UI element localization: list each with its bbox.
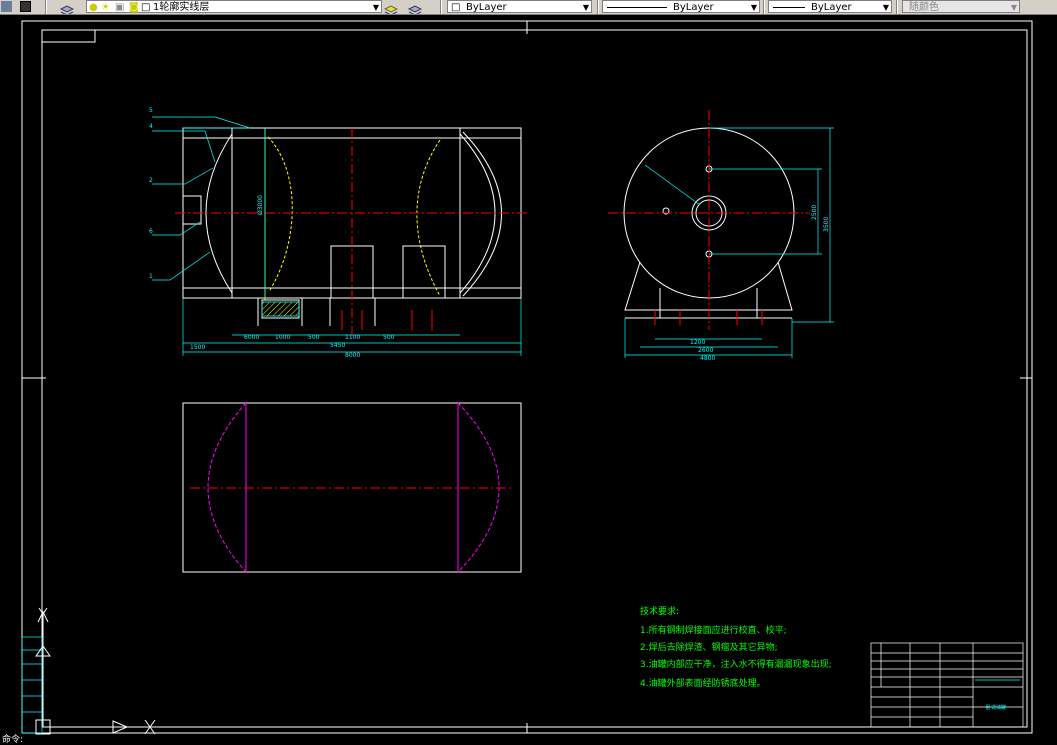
tech-note-4: 4.油罐外部表面经防锈底处理。 bbox=[640, 677, 766, 689]
layer-previous-icon[interactable] bbox=[20, 1, 31, 12]
drawing-border bbox=[21, 20, 1033, 734]
dim-side-3: 4800 bbox=[700, 355, 715, 362]
callout-1: 1 bbox=[149, 273, 153, 280]
dim-front-total: 8000 bbox=[345, 352, 360, 359]
dim-front-6: 500 bbox=[383, 334, 395, 341]
lock-icon: ▣ bbox=[115, 2, 125, 13]
chevron-down-icon: ▼ bbox=[1010, 3, 1017, 12]
color-swatch: □ bbox=[451, 2, 461, 13]
sun-icon: ☀ bbox=[101, 2, 110, 13]
dim-front-1: 1500 bbox=[190, 344, 205, 351]
tech-note-2: 2.焊后去除焊渣、钢瘤及其它异物; bbox=[640, 641, 778, 653]
layer-dropdown[interactable]: ● ☀ ▣ ◙ □ 1轮廓实线层 ▼ bbox=[86, 0, 382, 13]
title-block-name: 卧式油罐 bbox=[986, 704, 1006, 711]
callout-5: 5 bbox=[149, 107, 153, 114]
freeze-icon: ◙ bbox=[129, 2, 139, 13]
tech-note-1: 1.所有钢制焊接面应进行校直、校平; bbox=[640, 624, 787, 636]
chevron-down-icon: ▼ bbox=[750, 3, 757, 12]
toolbar-separator bbox=[597, 0, 599, 14]
drawing-canvas[interactable]: 5 4 2 6 1 1500 6000 1000 500 1100 500 54… bbox=[0, 14, 1057, 736]
dim-front-3: 1000 bbox=[275, 334, 290, 341]
linetype-label: ByLayer bbox=[673, 2, 714, 13]
toolbar-separator bbox=[45, 0, 47, 14]
dim-front-2: 6000 bbox=[244, 334, 259, 341]
callout-4: 4 bbox=[149, 123, 153, 130]
tech-note-3: 3.油罐内部应干净，注入水不得有漏漏现象出现; bbox=[640, 658, 832, 670]
dim-side-r2: 3500 bbox=[823, 217, 830, 232]
dim-side-2: 2600 bbox=[698, 347, 713, 354]
make-object-layer-current-icon[interactable] bbox=[383, 1, 399, 14]
front-view: 5 4 2 6 1 1500 6000 1000 500 1100 500 54… bbox=[149, 107, 530, 359]
title-block bbox=[870, 642, 1024, 728]
layer-previous-icon-2[interactable] bbox=[407, 1, 423, 14]
technical-notes: 技术要求: 1.所有钢制焊接面应进行校直、校平; 2.焊后去除焊渣、钢瘤及其它异… bbox=[640, 605, 832, 689]
layer-color-swatch: □ bbox=[141, 2, 151, 13]
layer-manager-icon[interactable] bbox=[59, 1, 75, 14]
lineweight-dropdown[interactable]: ByLayer ▼ bbox=[768, 0, 892, 13]
lightbulb-icon: ● bbox=[89, 2, 98, 13]
plot-style-dropdown[interactable]: 随颜色 ▼ bbox=[902, 0, 1020, 13]
top-view bbox=[182, 402, 522, 573]
toolbar-separator bbox=[440, 0, 442, 14]
layer-name-label: 1轮廓实线层 bbox=[153, 2, 210, 13]
chevron-down-icon: ▼ bbox=[882, 3, 889, 12]
ucs-icon bbox=[35, 607, 156, 735]
side-view: 1200 2600 4800 2500 3500 bbox=[608, 110, 834, 362]
dim-front-height: Ø3000 bbox=[257, 195, 264, 215]
chevron-down-icon: ▼ bbox=[372, 3, 379, 12]
command-prompt: 命令: bbox=[2, 735, 24, 745]
color-label: ByLayer bbox=[466, 2, 507, 13]
callout-6: 6 bbox=[149, 228, 153, 235]
toolbar-separator bbox=[896, 0, 898, 14]
color-dropdown[interactable]: □ ByLayer ▼ bbox=[447, 0, 592, 13]
lineweight-sample bbox=[773, 7, 805, 8]
dim-side-r1: 2500 bbox=[811, 205, 818, 220]
dim-front-mid: 5450 bbox=[330, 342, 345, 349]
command-line[interactable]: 命令: bbox=[0, 736, 1057, 745]
toolbar-separator bbox=[763, 0, 765, 14]
dim-front-4: 500 bbox=[308, 334, 320, 341]
callout-2: 2 bbox=[149, 177, 153, 184]
tech-title: 技术要求: bbox=[640, 605, 679, 617]
properties-toolbar: ● ☀ ▣ ◙ □ 1轮廓实线层 ▼ □ ByLayer ▼ ByLayer ▼… bbox=[0, 0, 1057, 15]
lineweight-label: ByLayer bbox=[811, 2, 852, 13]
dim-front-5: 1100 bbox=[345, 334, 360, 341]
chevron-down-icon: ▼ bbox=[582, 3, 589, 12]
layer-states-icon[interactable] bbox=[1, 1, 12, 12]
dim-side-1: 1200 bbox=[690, 339, 705, 346]
plot-style-label: 随颜色 bbox=[909, 2, 939, 13]
linetype-sample bbox=[607, 7, 667, 8]
linetype-dropdown[interactable]: ByLayer ▼ bbox=[602, 0, 760, 13]
